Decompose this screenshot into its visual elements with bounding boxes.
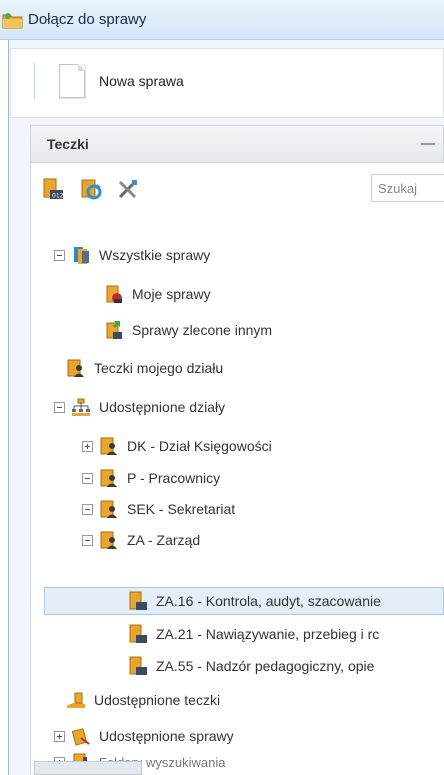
folder-person-icon — [100, 500, 117, 518]
expand-toggle-icon[interactable] — [82, 440, 93, 452]
tree-node-za16[interactable]: ZA.16 - Kontrola, audyt, szacowanie — [122, 587, 381, 615]
window-title: Dołącz do sprawy — [28, 11, 147, 28]
tree-node-delegated[interactable]: Sprawy zlecone innym — [98, 316, 272, 344]
tree-node-za21[interactable]: ZA.21 - Nawiązywanie, przebieg i rc — [122, 620, 379, 648]
tree-node-label: Udostępnione sprawy — [99, 728, 234, 744]
tree-node-dk[interactable]: DK - Dział Księgowości — [82, 432, 272, 460]
tree-node-label: ZA.55 - Nadzór pedagogiczny, opie — [156, 658, 375, 674]
folder-person-icon — [67, 359, 84, 377]
app-folder-icon — [2, 12, 23, 28]
tree-node-department[interactable]: Teczki mojego działu — [60, 354, 223, 382]
horizontal-scrollbar-thumb[interactable] — [34, 761, 142, 775]
tree-node-label: SEK - Sekretariat — [127, 501, 236, 517]
tree-node-label: ZA.16 - Kontrola, audyt, szacowanie — [156, 593, 381, 609]
shared-cases-icon — [71, 728, 90, 746]
folder-counter-icon[interactable]: 012 — [42, 178, 64, 200]
collapse-toggle-icon[interactable] — [54, 249, 65, 261]
tree-node-label: Udostępnione działy — [99, 399, 226, 415]
tools-icon[interactable] — [117, 178, 139, 200]
search-input[interactable] — [371, 174, 444, 202]
folder-person-icon — [100, 531, 117, 549]
tree-node-za[interactable]: ZA - Zarząd — [82, 526, 200, 554]
tree-node-label: DK - Dział Księgowości — [127, 438, 272, 454]
svg-text:012: 012 — [52, 193, 64, 200]
folder-delegate-icon — [106, 321, 122, 339]
tree-node-all-cases[interactable]: Wszystkie sprawy — [54, 241, 210, 269]
collapse-toggle-icon[interactable] — [82, 503, 93, 515]
minimize-icon[interactable] — [421, 143, 435, 145]
tree-node-label: Udostępnione teczki — [94, 692, 221, 708]
folder-person-icon — [100, 469, 117, 487]
new-document-icon — [59, 64, 85, 98]
tree-node-label: Moje sprawy — [132, 286, 211, 302]
tree-node-za55[interactable]: ZA.55 - Nadzór pedagogiczny, opie — [122, 652, 374, 680]
tree-node-p[interactable]: P - Pracownicy — [82, 464, 220, 492]
tree-node-label: Teczki mojego działu — [94, 360, 224, 376]
collapse-toggle-icon[interactable] — [82, 534, 93, 546]
tree-node-label: Wszystkie sprawy — [99, 247, 211, 263]
tree-node-label: ZA.21 - Nawiązywanie, przebieg i rc — [156, 626, 380, 642]
tree-node-label: Sprawy zlecone innym — [132, 322, 273, 338]
tree-node-label: P - Pracownicy — [127, 470, 221, 486]
tree-node-shared-folders[interactable]: Udostępnione teczki — [60, 686, 220, 714]
cases-stack-icon — [74, 247, 89, 264]
collapse-toggle-icon[interactable] — [82, 472, 93, 484]
folder-user-icon — [106, 285, 122, 303]
folder-person-icon — [100, 437, 117, 455]
toolbar-separator — [34, 63, 35, 99]
tree-node-label: ZA - Zarząd — [127, 532, 201, 548]
tree-node-shared-departments[interactable]: Udostępnione działy — [54, 393, 225, 421]
folders-panel-header: Teczki — [30, 125, 444, 163]
panel-title: Teczki — [47, 136, 89, 152]
tree-node-sek[interactable]: SEK - Sekretariat — [82, 495, 235, 523]
tree-node-shared-cases[interactable]: Udostępnione sprawy — [54, 722, 234, 750]
shared-folder-icon — [67, 692, 85, 708]
new-case-button[interactable]: Nowa sprawa — [59, 64, 184, 98]
collapse-toggle-icon[interactable] — [54, 401, 65, 413]
org-chart-icon — [72, 398, 90, 416]
expand-toggle-icon[interactable] — [54, 730, 65, 742]
main-toolbar: Nowa sprawa — [10, 48, 444, 118]
refresh-icon[interactable] — [80, 178, 102, 200]
tree-node-my-cases[interactable]: Moje sprawy — [98, 280, 211, 308]
folder-counter-icon — [129, 624, 147, 643]
folder-counter-icon — [129, 591, 147, 610]
new-case-label: Nowa sprawa — [99, 73, 184, 89]
folder-counter-icon — [129, 656, 147, 675]
window-titlebar: Dołącz do sprawy — [0, 0, 444, 40]
